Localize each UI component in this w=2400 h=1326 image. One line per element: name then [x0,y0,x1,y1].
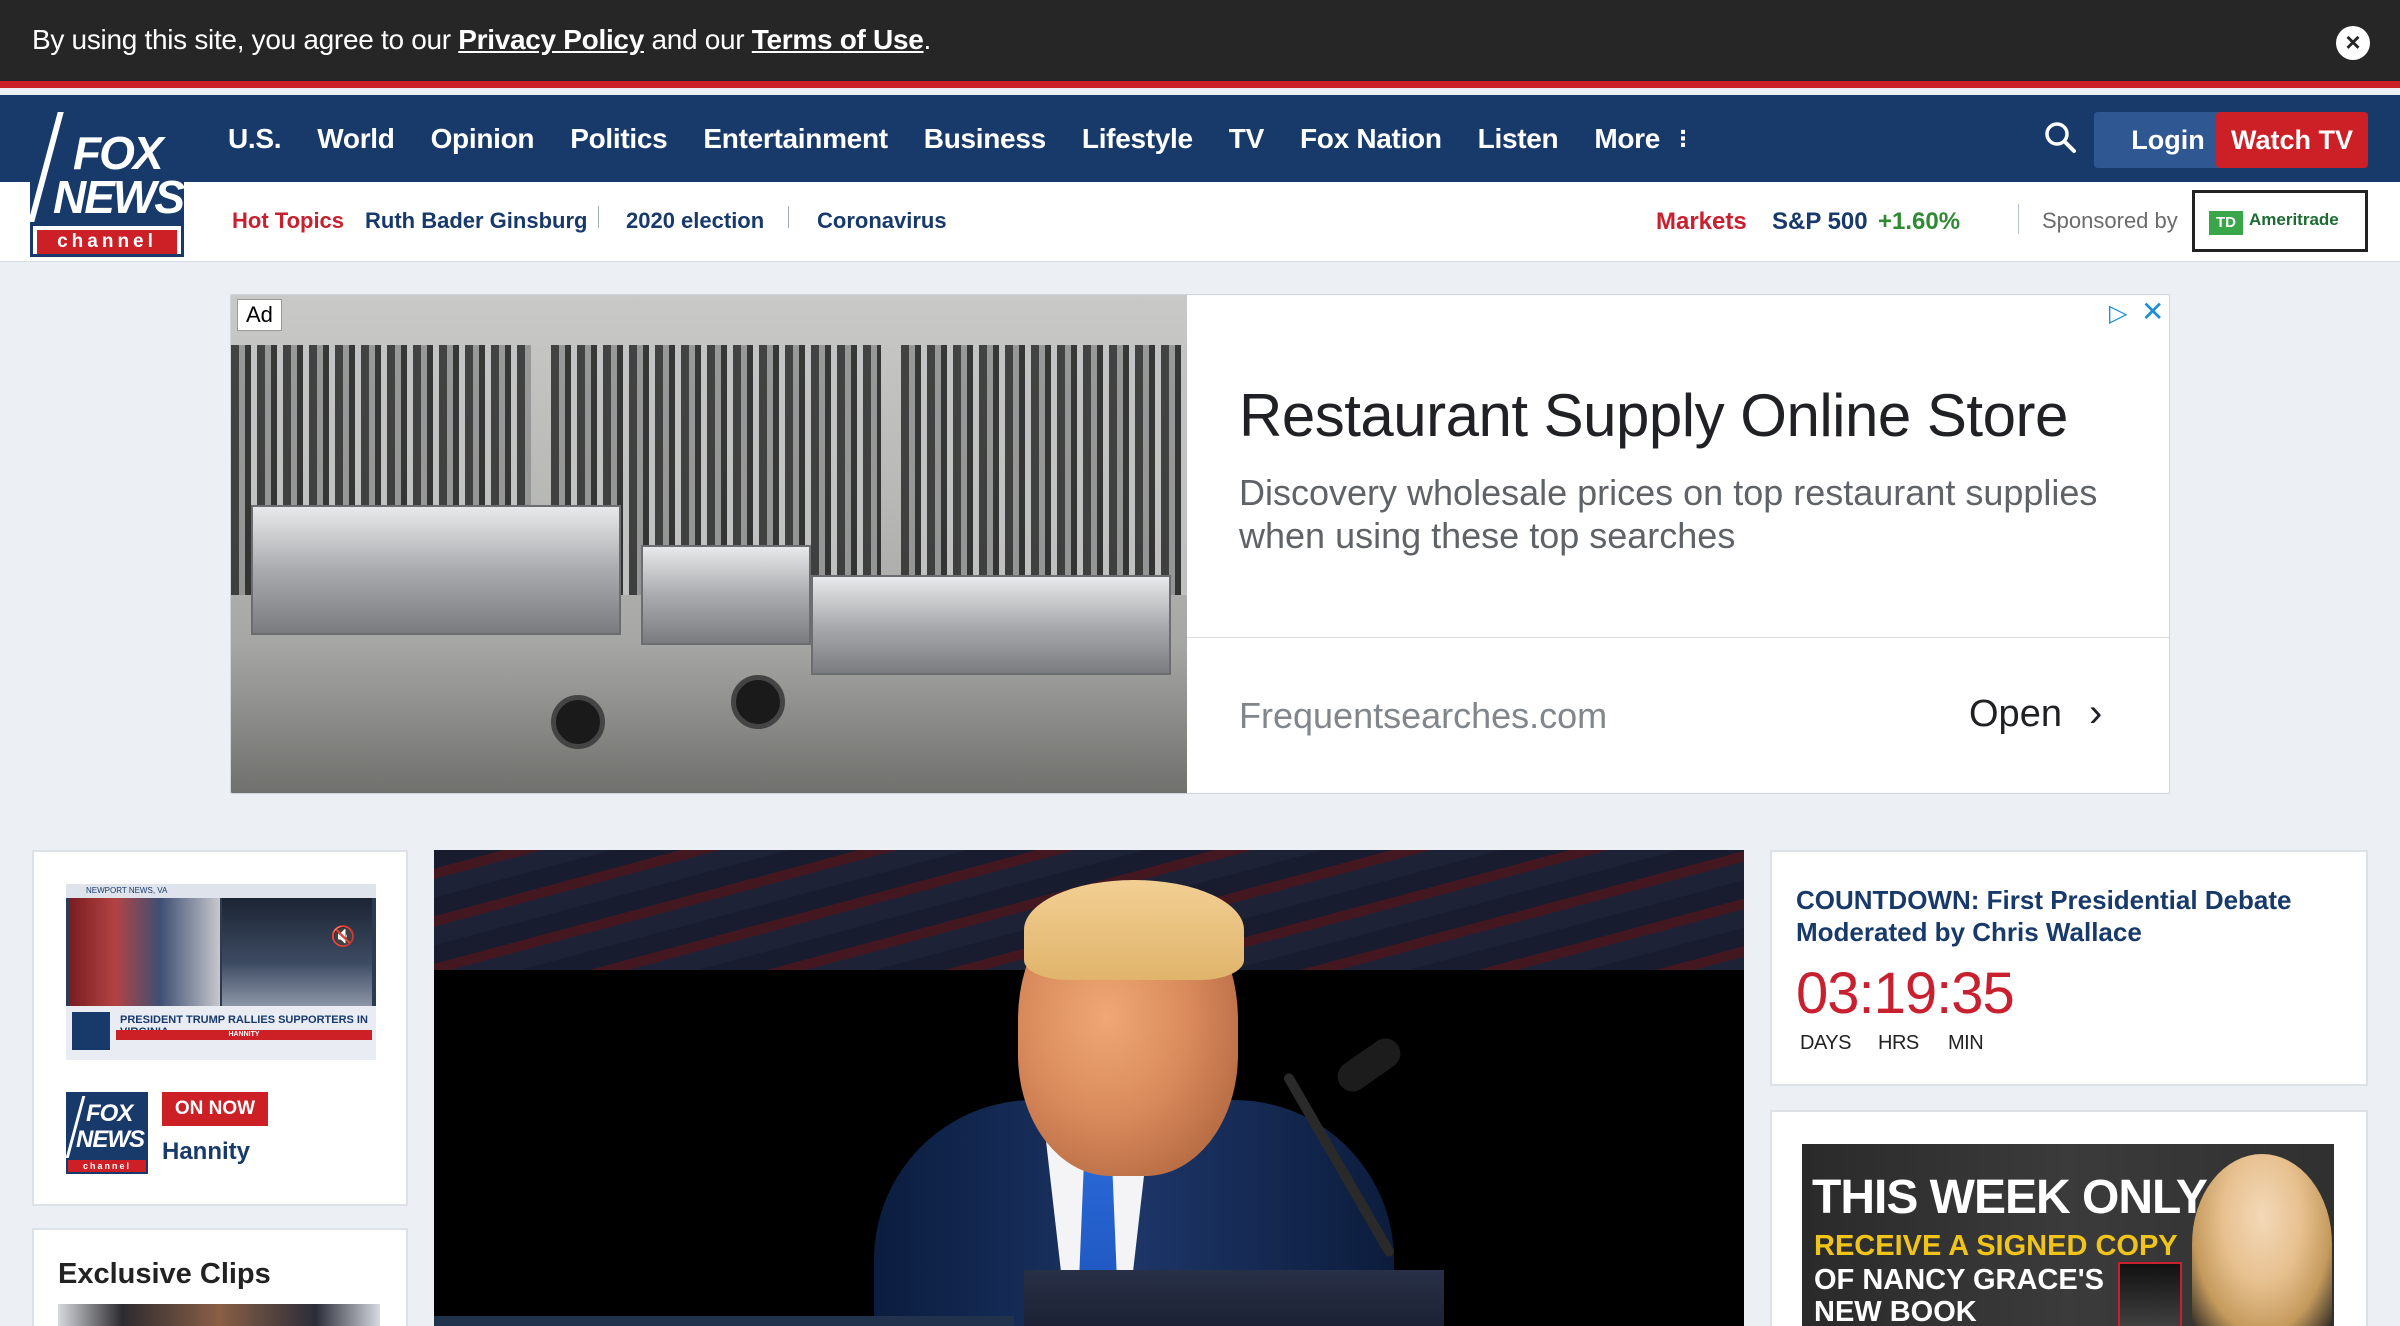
adchoices-icon[interactable]: ▷ [2109,299,2127,328]
watch-tv-button[interactable]: Watch TV [2216,112,2368,168]
hot-topics-label: Hot Topics [232,208,345,233]
td-name: Ameritrade [2249,210,2339,229]
exclusive-clip-thumbnail[interactable] [58,1304,380,1326]
countdown-unit-days: DAYS [1800,1032,1851,1054]
on-now-badge: ON NOW [162,1092,268,1126]
countdown-card: COUNTDOWN: First Presidential Debate Mod… [1770,850,2368,1086]
mute-icon[interactable]: 🔇 [328,924,358,954]
advertisement[interactable]: Ad Restaurant Supply Online Store Discov… [230,294,2170,794]
book-promo-banner[interactable]: THIS WEEK ONLY RECEIVE A SIGNED COPY OF … [1802,1144,2334,1326]
hero-image[interactable] [434,850,1744,1326]
ad-label: Ad [237,299,282,331]
exclusive-clips-heading: Exclusive Clips [58,1258,271,1290]
exclusive-clips-card: Exclusive Clips [32,1228,408,1326]
ad-grill [811,575,1171,675]
topic-link-2020-election[interactable]: 2020 election [626,208,764,234]
countdown-timer: 03:19:35 [1796,961,2015,1026]
promo-headline: THIS WEEK ONLY [1812,1171,2208,1224]
live-tv-card: NEWPORT NEWS, VA 🔇 PRESIDENT TRUMP RALLI… [32,850,408,1206]
vertical-dots-icon: ⋮ [1672,125,1694,151]
chevron-right-icon[interactable]: › [2089,691,2102,736]
sp500-change: +1.60% [1878,208,1961,235]
sp500-index[interactable]: S&P 500 [1772,208,1868,236]
video-location: NEWPORT NEWS, VA [66,884,376,898]
fox-news-logo[interactable]: FOX NEWS channel [28,105,185,257]
ad-description: Discovery wholesale prices on top restau… [1239,472,2098,556]
promo-portrait [2192,1154,2332,1326]
divider [1187,637,2169,638]
sub-navigation: Hot Topics Ruth Bader Ginsburg 2020 elec… [0,182,2400,262]
live-video-player[interactable]: NEWPORT NEWS, VA 🔇 PRESIDENT TRUMP RALLI… [66,884,376,1060]
show-name[interactable]: Hannity [162,1138,250,1166]
microphone-icon [1331,1032,1407,1098]
nav-item-fox-nation[interactable]: Fox Nation [1300,123,1442,155]
privacy-policy-link[interactable]: Privacy Policy [458,24,644,55]
logo-channel-text: channel [68,1160,146,1172]
nav-item-listen[interactable]: Listen [1478,123,1559,155]
divider [2018,204,2019,234]
nav-item-opinion[interactable]: Opinion [431,123,535,155]
nav-item-world[interactable]: World [317,123,395,155]
ad-image[interactable]: Ad [231,295,1187,793]
nav-item-us[interactable]: U.S. [228,123,282,155]
ad-close-icon[interactable]: ✕ [2141,295,2164,328]
logo-fox-text: FOX [86,1100,133,1127]
logo-channel-text: channel [37,230,177,254]
cookie-message: By using this site, you agree to our Pri… [32,24,931,56]
promo-line-2: RECEIVE A SIGNED COPY [1814,1230,2178,1262]
terms-of-use-link[interactable]: Terms of Use [752,24,924,55]
ad-wheel [551,695,605,749]
close-icon[interactable]: × [2336,26,2370,60]
cookie-banner: By using this site, you agree to our Pri… [0,0,2400,88]
divider [788,206,789,228]
promo-card: THIS WEEK ONLY RECEIVE A SIGNED COPY OF … [1770,1110,2368,1326]
nav-item-tv[interactable]: TV [1229,123,1264,155]
nav-item-lifestyle[interactable]: Lifestyle [1082,123,1193,155]
book-cover [2118,1262,2182,1326]
sponsored-by-label: Sponsored by [2042,208,2178,233]
countdown-unit-hours: HRS [1878,1032,1919,1054]
cookie-suffix: . [923,24,932,55]
nav-item-business[interactable]: Business [924,123,1046,155]
topic-link-rbg[interactable]: Ruth Bader Ginsburg [365,208,587,234]
video-frame-left [70,898,220,1006]
countdown-unit-minutes: MIN [1948,1032,1984,1054]
nav-item-politics[interactable]: Politics [570,123,667,155]
fox-news-channel-logo[interactable]: FOX NEWS channel [65,1092,148,1174]
cookie-middle: and our [643,24,752,55]
cookie-prefix: By using this site, you agree to our [32,24,459,55]
ad-title[interactable]: Restaurant Supply Online Store [1239,381,2068,450]
ad-wheel [731,675,785,729]
countdown-title[interactable]: COUNTDOWN: First Presidential Debate Mod… [1796,884,2336,948]
promo-line-3: OF NANCY GRACE'S [1814,1264,2104,1296]
divider [598,206,599,228]
ad-grill [251,505,621,635]
logo-news-text: NEWS [53,171,185,223]
fox-news-logo [72,1012,110,1050]
markets-link[interactable]: Markets [1656,208,1747,236]
nav-menu: U.S. World Opinion Politics Entertainmen… [228,95,1730,182]
hero-caption-bar [434,1316,1014,1326]
logo-news-text: NEWS [76,1126,145,1153]
td-mark: TD [2209,211,2243,235]
nav-item-more-label: More [1594,122,1661,154]
ad-url[interactable]: Frequentsearches.com [1239,695,1607,737]
podium [1024,1270,1444,1326]
search-icon[interactable] [2042,119,2078,155]
video-show: HANNITY [116,1030,372,1040]
hero-hair [1024,880,1244,980]
promo-line-4: NEW BOOK [1814,1296,1977,1326]
topic-link-coronavirus[interactable]: Coronavirus [817,208,947,234]
video-chyron: PRESIDENT TRUMP RALLIES SUPPORTERS IN VI… [66,1006,376,1060]
ad-wall-rack [901,345,1187,595]
ad-grill [641,545,811,645]
nav-item-more[interactable]: More ⋮ [1594,122,1694,155]
nav-item-entertainment[interactable]: Entertainment [703,123,888,155]
td-ameritrade-logo[interactable]: TD Ameritrade [2192,190,2368,252]
ad-open-button[interactable]: Open [1969,693,2062,736]
